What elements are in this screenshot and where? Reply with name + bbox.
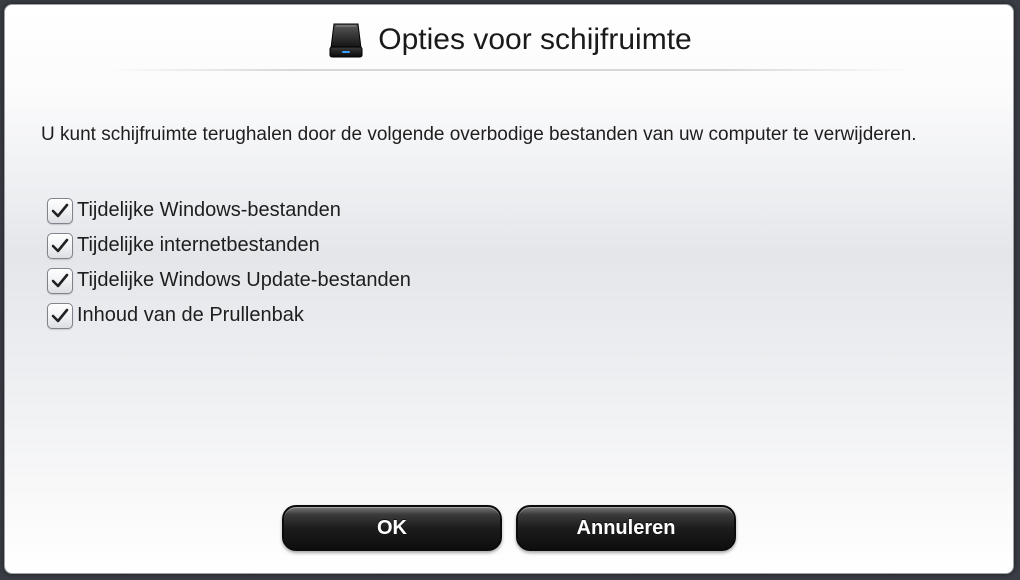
option-temp-windows-files[interactable]: Tijdelijke Windows-bestanden [47, 193, 411, 228]
dialog-title: Opties voor schijfruimte [378, 23, 692, 56]
option-label: Tijdelijke Windows-bestanden [77, 199, 341, 221]
ok-button[interactable]: OK [282, 505, 502, 551]
disk-space-options-dialog: Opties voor schijfruimte U kunt schijfru… [4, 4, 1014, 574]
cancel-button[interactable]: Annuleren [516, 505, 736, 551]
checkbox-temp-windows-update-files[interactable] [47, 267, 73, 294]
dialog-button-row: OK Annuleren [5, 505, 1013, 553]
dialog-title-bar: Opties voor schijfruimte [5, 15, 1013, 65]
dialog-description: U kunt schijfruimte terughalen door de v… [41, 124, 917, 145]
option-temp-windows-update-files[interactable]: Tijdelijke Windows Update-bestanden [47, 263, 411, 298]
option-label: Inhoud van de Prullenbak [77, 304, 304, 326]
option-temp-internet-files[interactable]: Tijdelijke internetbestanden [47, 228, 411, 263]
checkbox-temp-internet-files[interactable] [47, 232, 73, 259]
option-recycle-bin-contents[interactable]: Inhoud van de Prullenbak [47, 298, 411, 333]
hard-drive-icon [326, 20, 366, 60]
checkbox-temp-windows-files[interactable] [47, 197, 73, 224]
option-label: Tijdelijke Windows Update-bestanden [77, 269, 411, 291]
checkmark-icon [51, 308, 69, 322]
checkmark-icon [51, 203, 69, 217]
cleanup-options-list: Tijdelijke Windows-bestanden Tijdelijke … [47, 193, 411, 333]
option-label: Tijdelijke internetbestanden [77, 234, 320, 256]
checkbox-recycle-bin-contents[interactable] [47, 302, 73, 329]
checkmark-icon [51, 273, 69, 287]
title-divider [105, 69, 913, 71]
checkmark-icon [51, 238, 69, 252]
